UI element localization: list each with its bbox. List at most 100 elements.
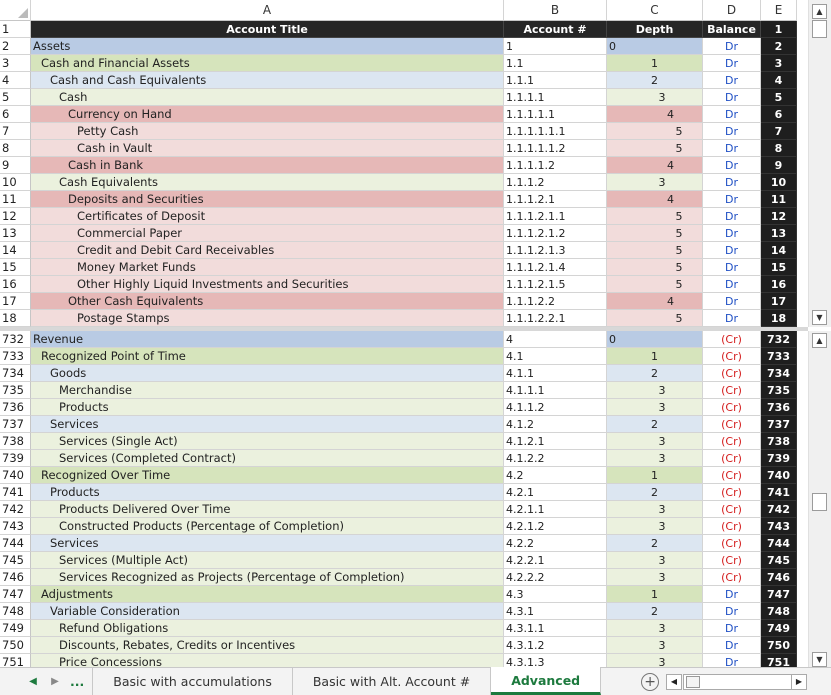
row-number[interactable]: 8 bbox=[0, 140, 31, 157]
depth-cell[interactable]: 0 bbox=[607, 331, 703, 348]
column-e-cell[interactable]: 744 bbox=[761, 535, 797, 552]
account-title-cell[interactable]: Certificates of Deposit bbox=[31, 208, 504, 225]
balance-cell[interactable]: Dr bbox=[703, 106, 761, 123]
balance-cell[interactable]: Dr bbox=[703, 55, 761, 72]
horizontal-scrollbar[interactable] bbox=[683, 674, 806, 690]
column-e-cell[interactable]: 10 bbox=[761, 174, 797, 191]
balance-cell[interactable]: Dr bbox=[703, 72, 761, 89]
column-e-cell[interactable]: 16 bbox=[761, 276, 797, 293]
balance-cell[interactable]: (Cr) bbox=[703, 518, 761, 535]
column-e-cell[interactable]: 1 bbox=[761, 21, 797, 38]
column-e-cell[interactable]: 742 bbox=[761, 501, 797, 518]
account-number-cell[interactable]: 4 bbox=[504, 331, 607, 348]
column-e-cell[interactable]: 743 bbox=[761, 518, 797, 535]
balance-cell[interactable]: (Cr) bbox=[703, 552, 761, 569]
column-e-cell[interactable]: 8 bbox=[761, 140, 797, 157]
row-number[interactable]: 732 bbox=[0, 331, 31, 348]
balance-cell[interactable]: Dr bbox=[703, 157, 761, 174]
depth-cell[interactable]: 3 bbox=[607, 552, 703, 569]
row-number[interactable]: 733 bbox=[0, 348, 31, 365]
account-title-cell[interactable]: Services bbox=[31, 535, 504, 552]
account-title-cell[interactable]: Postage Stamps bbox=[31, 310, 504, 327]
account-number-cell[interactable]: 4.3.1 bbox=[504, 603, 607, 620]
account-number-cell[interactable]: 4.1.1.1 bbox=[504, 382, 607, 399]
depth-cell[interactable]: 3 bbox=[607, 174, 703, 191]
depth-cell[interactable]: 2 bbox=[607, 72, 703, 89]
depth-cell[interactable]: 5 bbox=[607, 259, 703, 276]
account-number-cell[interactable]: 1 bbox=[504, 38, 607, 55]
balance-cell[interactable]: Dr bbox=[703, 259, 761, 276]
account-title-cell[interactable]: Other Cash Equivalents bbox=[31, 293, 504, 310]
account-title-cell[interactable]: Services Recognized as Projects (Percent… bbox=[31, 569, 504, 586]
row-number[interactable]: 2 bbox=[0, 38, 31, 55]
balance-cell[interactable]: Dr bbox=[703, 310, 761, 327]
row-number[interactable]: 742 bbox=[0, 501, 31, 518]
account-title-cell[interactable]: Refund Obligations bbox=[31, 620, 504, 637]
account-number-cell[interactable]: 1.1.1.2.2.1 bbox=[504, 310, 607, 327]
balance-cell[interactable]: (Cr) bbox=[703, 348, 761, 365]
column-e-cell[interactable]: 13 bbox=[761, 225, 797, 242]
depth-cell[interactable]: 2 bbox=[607, 416, 703, 433]
row-number[interactable]: 739 bbox=[0, 450, 31, 467]
account-title-cell[interactable]: Products Delivered Over Time bbox=[31, 501, 504, 518]
column-e-cell[interactable]: 734 bbox=[761, 365, 797, 382]
depth-cell[interactable]: 0 bbox=[607, 38, 703, 55]
depth-cell[interactable]: 5 bbox=[607, 140, 703, 157]
account-number-cell[interactable]: 4.2.2.1 bbox=[504, 552, 607, 569]
depth-cell[interactable]: 5 bbox=[607, 123, 703, 140]
row-number[interactable]: 736 bbox=[0, 399, 31, 416]
depth-cell[interactable]: 4 bbox=[607, 293, 703, 310]
row-number[interactable]: 737 bbox=[0, 416, 31, 433]
scroll-thumb[interactable] bbox=[812, 493, 827, 511]
row-number[interactable]: 4 bbox=[0, 72, 31, 89]
column-e-cell[interactable]: 7 bbox=[761, 123, 797, 140]
hscroll-thumb[interactable] bbox=[686, 676, 700, 688]
tab-scroll-right-icon[interactable]: ▶ bbox=[44, 676, 66, 687]
bottom-vertical-scrollbar[interactable]: ▲ ▼ bbox=[808, 331, 831, 667]
row-number[interactable]: 13 bbox=[0, 225, 31, 242]
row-number[interactable]: 5 bbox=[0, 89, 31, 106]
column-e-cell[interactable]: 740 bbox=[761, 467, 797, 484]
tab-scroll-left-icon[interactable]: ◀ bbox=[22, 676, 44, 687]
account-number-cell[interactable]: 4.2.1.2 bbox=[504, 518, 607, 535]
account-number-cell[interactable]: 1.1.1.2.1.2 bbox=[504, 225, 607, 242]
column-e-cell[interactable]: 2 bbox=[761, 38, 797, 55]
depth-cell[interactable]: 5 bbox=[607, 208, 703, 225]
column-e-cell[interactable]: 732 bbox=[761, 331, 797, 348]
balance-cell[interactable]: (Cr) bbox=[703, 535, 761, 552]
account-title-cell[interactable]: Merchandise bbox=[31, 382, 504, 399]
account-number-cell[interactable]: 1.1.1.2.2 bbox=[504, 293, 607, 310]
row-number[interactable]: 7 bbox=[0, 123, 31, 140]
depth-cell[interactable]: 3 bbox=[607, 620, 703, 637]
column-e-cell[interactable]: 736 bbox=[761, 399, 797, 416]
hscroll-left-icon[interactable]: ◀ bbox=[666, 674, 682, 690]
column-header-c[interactable]: C bbox=[607, 0, 703, 21]
depth-cell[interactable]: 4 bbox=[607, 191, 703, 208]
scroll-down-icon[interactable]: ▼ bbox=[812, 310, 827, 325]
account-number-cell[interactable]: 4.1.1.2 bbox=[504, 399, 607, 416]
column-e-cell[interactable]: 18 bbox=[761, 310, 797, 327]
balance-cell[interactable]: (Cr) bbox=[703, 450, 761, 467]
row-number[interactable]: 734 bbox=[0, 365, 31, 382]
account-number-cell[interactable]: 4.2.2 bbox=[504, 535, 607, 552]
row-number[interactable]: 15 bbox=[0, 259, 31, 276]
balance-cell[interactable]: (Cr) bbox=[703, 501, 761, 518]
account-number-cell[interactable]: 1.1.1.1 bbox=[504, 89, 607, 106]
balance-cell[interactable]: (Cr) bbox=[703, 467, 761, 484]
balance-cell[interactable]: Dr bbox=[703, 123, 761, 140]
select-all-corner[interactable] bbox=[0, 0, 31, 21]
row-number[interactable]: 10 bbox=[0, 174, 31, 191]
top-vertical-scrollbar[interactable]: ▲ ▼ bbox=[808, 0, 831, 327]
column-e-cell[interactable]: 11 bbox=[761, 191, 797, 208]
column-e-cell[interactable]: 739 bbox=[761, 450, 797, 467]
balance-cell[interactable]: (Cr) bbox=[703, 433, 761, 450]
row-number[interactable]: 745 bbox=[0, 552, 31, 569]
balance-header[interactable]: Balance bbox=[703, 21, 761, 38]
depth-cell[interactable]: 3 bbox=[607, 450, 703, 467]
depth-cell[interactable]: 1 bbox=[607, 467, 703, 484]
column-e-cell[interactable]: 737 bbox=[761, 416, 797, 433]
account-title-cell[interactable]: Goods bbox=[31, 365, 504, 382]
depth-cell[interactable]: 3 bbox=[607, 501, 703, 518]
account-title-cell[interactable]: Recognized Point of Time bbox=[31, 348, 504, 365]
row-number[interactable]: 748 bbox=[0, 603, 31, 620]
